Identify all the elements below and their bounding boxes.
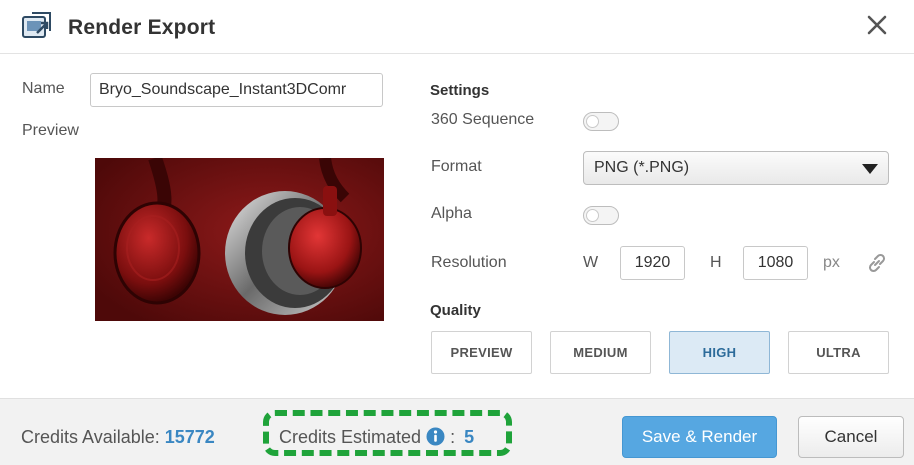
cancel-button[interactable]: Cancel [798, 416, 904, 458]
name-label: Name [22, 80, 65, 97]
settings-heading: Settings [430, 82, 490, 99]
link-icon[interactable] [866, 252, 888, 274]
preview-image [95, 158, 384, 321]
quality-high-button[interactable]: HIGH [669, 331, 770, 374]
format-select[interactable]: PNG (*.PNG) [583, 151, 889, 185]
credits-available: Credits Available: 15772 [21, 427, 215, 448]
save-render-button[interactable]: Save & Render [622, 416, 777, 458]
credits-available-label: Credits Available: [21, 427, 160, 447]
alpha-label: Alpha [431, 205, 472, 222]
width-label: W [583, 254, 599, 271]
quality-medium-button[interactable]: MEDIUM [550, 331, 651, 374]
credits-available-value: 15772 [164, 427, 215, 447]
toggle-knob [586, 115, 599, 128]
dialog-footer: Credits Available: 15772 Credits Estimat… [0, 398, 914, 465]
render-app-icon [22, 12, 51, 38]
close-icon[interactable] [864, 12, 890, 38]
width-input[interactable]: 1920 [620, 246, 685, 280]
dialog-header: Render Export [0, 0, 914, 54]
credits-estimated-separator: : [450, 427, 456, 447]
height-input[interactable]: 1080 [743, 246, 808, 280]
quality-ultra-button[interactable]: ULTRA [788, 331, 889, 374]
chevron-down-icon [862, 164, 878, 174]
sequence-toggle[interactable] [583, 112, 619, 131]
quality-preview-button[interactable]: PREVIEW [431, 331, 532, 374]
unit-label: px [823, 254, 840, 271]
resolution-label: Resolution [431, 254, 507, 271]
format-select-value: PNG (*.PNG) [594, 159, 690, 176]
alpha-toggle[interactable] [583, 206, 619, 225]
format-label: Format [431, 158, 482, 175]
credits-estimated: Credits Estimated : 5 [279, 427, 474, 448]
credits-estimated-value: 5 [464, 427, 475, 447]
height-label: H [710, 254, 722, 271]
dialog-title: Render Export [68, 16, 216, 39]
info-icon[interactable] [426, 427, 445, 446]
preview-label: Preview [22, 122, 79, 139]
sequence-label: 360 Sequence [431, 111, 535, 128]
toggle-knob [586, 209, 599, 222]
name-input[interactable]: Bryo_Soundscape_Instant3DComr [90, 73, 383, 107]
credits-estimated-label: Credits Estimated [279, 427, 422, 447]
quality-heading: Quality [430, 302, 481, 319]
